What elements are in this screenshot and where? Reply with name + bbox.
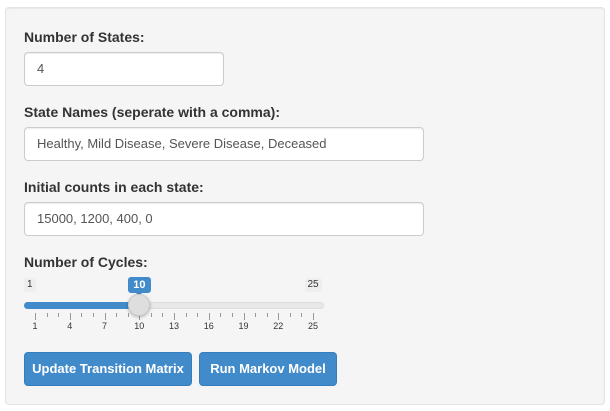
slider-major-tick (104, 313, 106, 320)
slider-major-tick (174, 313, 175, 320)
slider-tick-label: 10 (134, 321, 145, 331)
slider-minor-tick (185, 313, 187, 317)
slider-minor-tick (81, 313, 83, 317)
cycles-label: Number of Cycles: (24, 254, 148, 270)
slider-minor-tick (46, 313, 48, 317)
slider-minor-tick (92, 313, 94, 317)
slider-tick-label: 7 (101, 321, 107, 331)
slider-tick-label: 1 (32, 321, 38, 331)
update-transition-matrix-button[interactable]: Update Transition Matrix (24, 352, 192, 386)
state-names-label: State Names (seperate with a comma): (24, 104, 280, 120)
run-markov-model-button[interactable]: Run Markov Model (199, 352, 337, 386)
slider-minor-tick (58, 313, 60, 317)
initial-counts-input[interactable]: 15000, 1200, 400, 0 (24, 202, 424, 236)
slider-major-tick (313, 313, 314, 320)
slider-tick-label: 19 (238, 321, 249, 331)
slider-minor-tick (301, 313, 303, 317)
slider-minor-tick (289, 313, 291, 317)
slider-minor-tick (220, 313, 222, 317)
slider-tick-label: 25 (307, 321, 318, 331)
slider-minor-tick (150, 313, 152, 317)
slider-min-label: 1 (24, 278, 36, 292)
slider-major-tick (243, 313, 245, 320)
slider-value-label: 10 (128, 277, 151, 296)
slider-tick-label: 22 (273, 321, 284, 331)
slider-fill (24, 302, 140, 309)
slider-tick-label: 13 (168, 321, 179, 331)
state-names-input[interactable]: Healthy, Mild Disease, Severe Disease, D… (24, 127, 424, 161)
slider-major-tick (35, 313, 36, 320)
slider-minor-tick (116, 313, 118, 317)
num-states-input[interactable]: 4 (24, 52, 224, 86)
initial-counts-label: Initial counts in each state: (24, 179, 204, 195)
slider-minor-tick (127, 313, 129, 317)
slider-max-label: 25 (304, 278, 322, 292)
slider-minor-tick (231, 313, 233, 317)
slider-minor-tick (197, 313, 199, 317)
slider-tick-label: 16 (203, 321, 214, 331)
slider-tick-label: 4 (67, 321, 73, 331)
slider-minor-tick (266, 313, 268, 317)
slider-major-tick (278, 313, 280, 320)
slider-minor-tick (162, 313, 164, 317)
slider-major-tick (69, 313, 71, 320)
num-states-label: Number of States: (24, 29, 145, 45)
slider-minor-tick (255, 313, 257, 317)
slider-major-tick (208, 313, 210, 320)
